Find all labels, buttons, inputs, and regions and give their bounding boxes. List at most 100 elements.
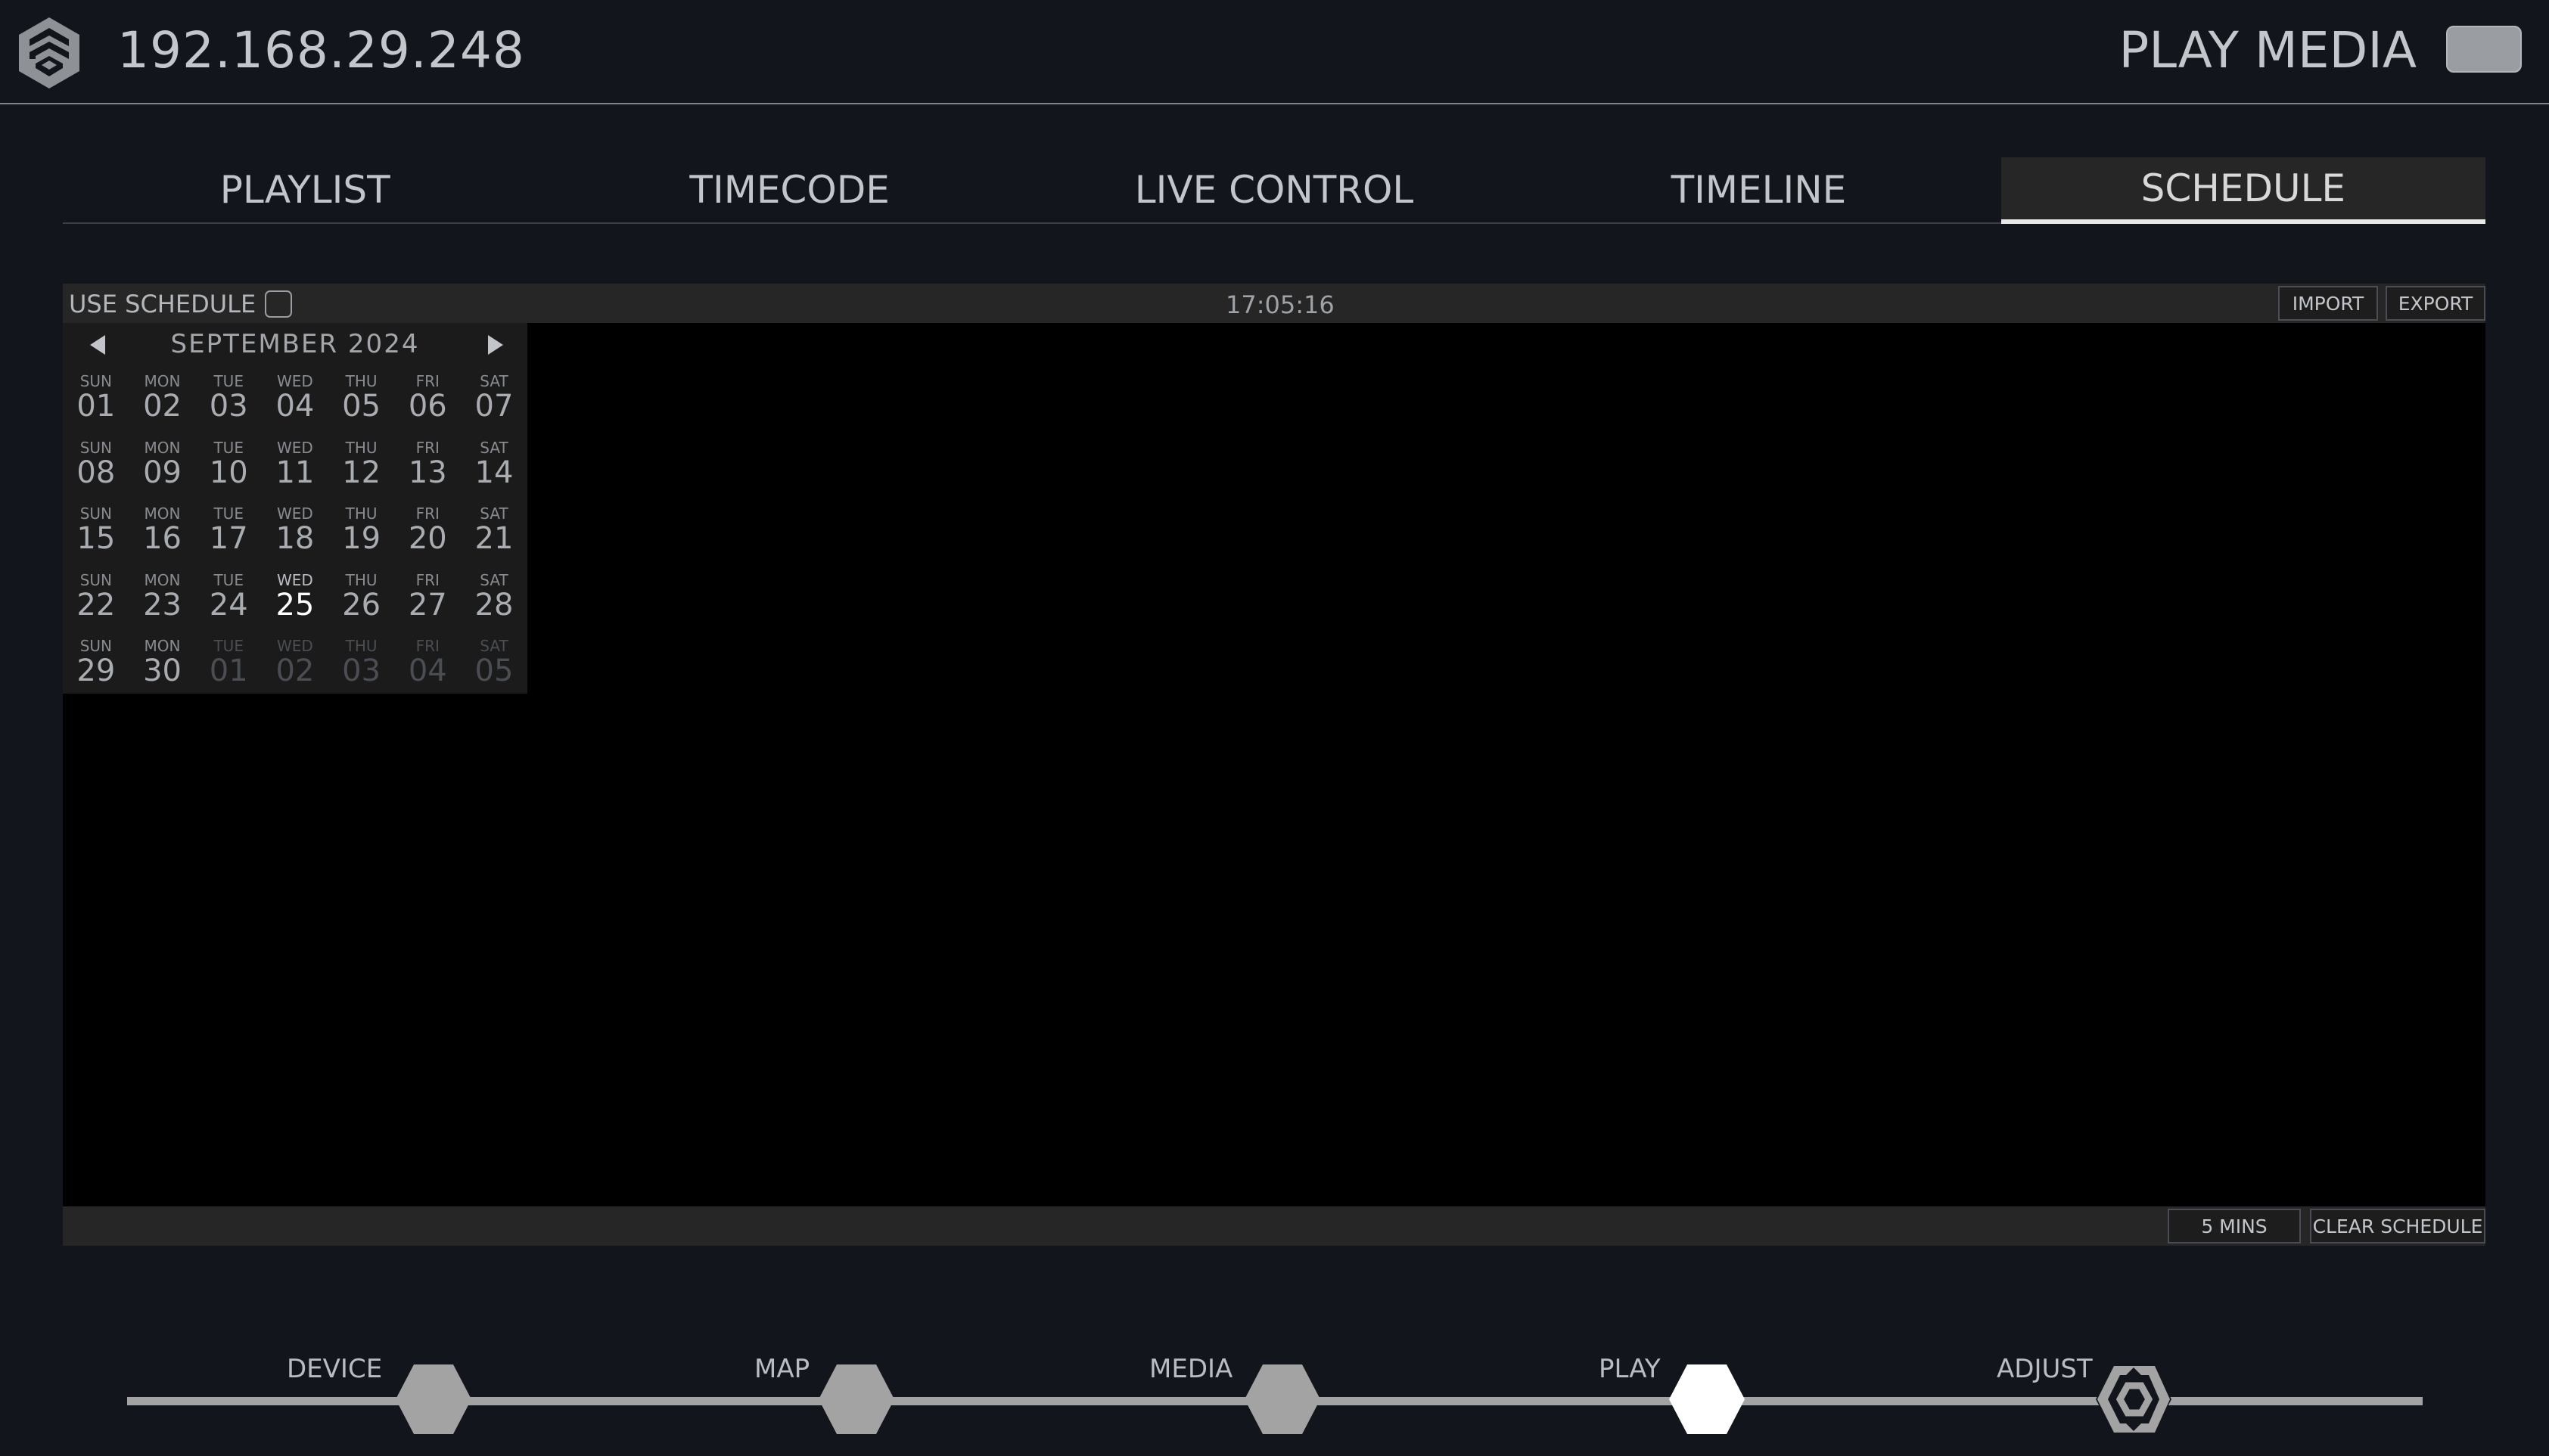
calendar-day[interactable]: TUE 10 — [195, 432, 262, 498]
calendar: SEPTEMBER 2024 SUN 01 MON 02 TUE 03 WED 04 THU 05… — [63, 323, 527, 694]
calendar-day[interactable]: SAT 21 — [461, 498, 527, 564]
calendar-day[interactable]: MON 23 — [129, 564, 196, 631]
calendar-weekday-label: WED — [277, 372, 313, 390]
tab-timeline[interactable]: TIMELINE — [1516, 157, 2000, 222]
play-media-toggle[interactable] — [2446, 26, 2522, 73]
calendar-day[interactable]: THU 03 — [328, 630, 395, 697]
calendar-day[interactable]: THU 05 — [328, 365, 395, 432]
calendar-day[interactable]: WED 18 — [262, 498, 328, 564]
calendar-day[interactable]: FRI 20 — [394, 498, 461, 564]
calendar-day-number: 16 — [143, 521, 182, 556]
calendar-day-number: 11 — [275, 455, 315, 490]
step-map-label: MAP — [754, 1354, 810, 1384]
calendar-weekday-label: FRI — [415, 372, 440, 390]
calendar-weekday-label: WED — [277, 637, 313, 655]
calendar-day[interactable]: WED 02 — [262, 630, 328, 697]
import-button[interactable]: IMPORT — [2278, 286, 2378, 321]
calendar-day[interactable]: WED 11 — [262, 432, 328, 498]
calendar-weekday-label: MON — [144, 504, 181, 523]
interval-button[interactable]: 5 MINS — [2168, 1209, 2301, 1243]
calendar-day[interactable]: FRI 27 — [394, 564, 461, 631]
calendar-weekday-label: WED — [277, 504, 313, 523]
use-schedule-toggle[interactable]: USE SCHEDULE — [69, 290, 293, 318]
calendar-day-number: 04 — [275, 389, 315, 424]
calendar-day[interactable]: SUN 01 — [63, 365, 129, 432]
step-adjust-hex-icon[interactable] — [2094, 1363, 2173, 1436]
calendar-day[interactable]: SUN 08 — [63, 432, 129, 498]
calendar-day[interactable]: TUE 24 — [195, 564, 262, 631]
calendar-day[interactable]: FRI 13 — [394, 432, 461, 498]
calendar-day[interactable]: THU 19 — [328, 498, 395, 564]
calendar-weekday-label: FRI — [415, 504, 440, 523]
app-logo-icon[interactable] — [16, 16, 82, 90]
calendar-day[interactable]: MON 09 — [129, 432, 196, 498]
tab-timecode[interactable]: TIMECODE — [547, 157, 1031, 222]
calendar-weekday-label: FRI — [415, 438, 440, 457]
calendar-day[interactable]: TUE 01 — [195, 630, 262, 697]
calendar-day-number: 18 — [275, 521, 315, 556]
calendar-weekday-label: THU — [345, 438, 378, 457]
calendar-day[interactable]: SUN 15 — [63, 498, 129, 564]
calendar-day-number: 22 — [76, 587, 116, 622]
calendar-day-number: 21 — [474, 521, 514, 556]
calendar-header: SEPTEMBER 2024 — [63, 323, 527, 365]
calendar-weekday-label: SUN — [79, 504, 112, 523]
calendar-day[interactable]: SAT 14 — [461, 432, 527, 498]
step-play-hex-icon[interactable] — [1668, 1363, 1746, 1436]
calendar-weekday-label: MON — [144, 637, 181, 655]
calendar-day[interactable]: SAT 07 — [461, 365, 527, 432]
calendar-weekday-label: SUN — [79, 372, 112, 390]
calendar-weekday-label: SAT — [480, 438, 508, 457]
calendar-grid: SUN 01 MON 02 TUE 03 WED 04 THU 05 FRI 06 SAT 07 SUN 08… — [63, 365, 527, 697]
tab-live-control[interactable]: LIVE CONTROL — [1032, 157, 1516, 222]
calendar-weekday-label: WED — [277, 570, 313, 589]
calendar-weekday-label: TUE — [213, 570, 244, 589]
calendar-weekday-label: FRI — [415, 637, 440, 655]
schedule-canvas[interactable]: SEPTEMBER 2024 SUN 01 MON 02 TUE 03 WED 04 THU 05… — [63, 323, 2485, 1206]
calendar-day[interactable]: SAT 05 — [461, 630, 527, 697]
calendar-weekday-label: SUN — [79, 570, 112, 589]
calendar-weekday-label: TUE — [213, 372, 244, 390]
calendar-day-number: 01 — [76, 389, 116, 424]
calendar-month-label: SEPTEMBER 2024 — [170, 329, 420, 359]
next-month-icon[interactable] — [488, 335, 503, 355]
step-map-hex-icon[interactable] — [817, 1363, 896, 1436]
calendar-day-number: 07 — [474, 389, 514, 424]
tab-playlist[interactable]: PLAYLIST — [63, 157, 547, 222]
calendar-weekday-label: WED — [277, 438, 313, 457]
calendar-day[interactable]: THU 26 — [328, 564, 395, 631]
calendar-day-number: 30 — [143, 653, 182, 688]
calendar-weekday-label: SAT — [480, 637, 508, 655]
calendar-day-number: 05 — [342, 389, 381, 424]
calendar-day-number: 28 — [474, 587, 514, 622]
step-device-label: DEVICE — [287, 1354, 383, 1384]
calendar-day[interactable]: SUN 22 — [63, 564, 129, 631]
calendar-weekday-label: SAT — [480, 504, 508, 523]
workflow-stepper: DEVICE MAP MEDIA PLAY ADJUST — [0, 1331, 2549, 1456]
calendar-day[interactable]: MON 30 — [129, 630, 196, 697]
schedule-footer: 5 MINS CLEAR SCHEDULE — [63, 1206, 2485, 1246]
calendar-day[interactable]: THU 12 — [328, 432, 395, 498]
calendar-day[interactable]: MON 16 — [129, 498, 196, 564]
page: 192.168.29.248 PLAY MEDIA PLAYLIST TIMEC… — [0, 0, 2549, 1456]
calendar-day-number: 03 — [209, 389, 248, 424]
calendar-day[interactable]: FRI 04 — [394, 630, 461, 697]
step-play-label: PLAY — [1599, 1354, 1661, 1384]
calendar-day[interactable]: WED 04 — [262, 365, 328, 432]
export-button[interactable]: EXPORT — [2386, 286, 2485, 321]
calendar-day[interactable]: FRI 06 — [394, 365, 461, 432]
calendar-day[interactable]: TUE 17 — [195, 498, 262, 564]
use-schedule-checkbox[interactable] — [265, 290, 293, 318]
calendar-day[interactable]: TUE 03 — [195, 365, 262, 432]
calendar-day-number: 17 — [209, 521, 248, 556]
clear-schedule-button[interactable]: CLEAR SCHEDULE — [2310, 1209, 2485, 1243]
calendar-day[interactable]: SAT 28 — [461, 564, 527, 631]
step-media-hex-icon[interactable] — [1243, 1363, 1322, 1436]
calendar-weekday-label: MON — [144, 372, 181, 390]
current-time: 17:05:16 — [1226, 290, 1335, 319]
calendar-day[interactable]: SUN 29 — [63, 630, 129, 697]
step-device-hex-icon[interactable] — [394, 1363, 473, 1436]
tab-schedule[interactable]: SCHEDULE — [2000, 157, 2486, 224]
calendar-day-today[interactable]: WED 25 — [262, 564, 328, 631]
calendar-day[interactable]: MON 02 — [129, 365, 196, 432]
